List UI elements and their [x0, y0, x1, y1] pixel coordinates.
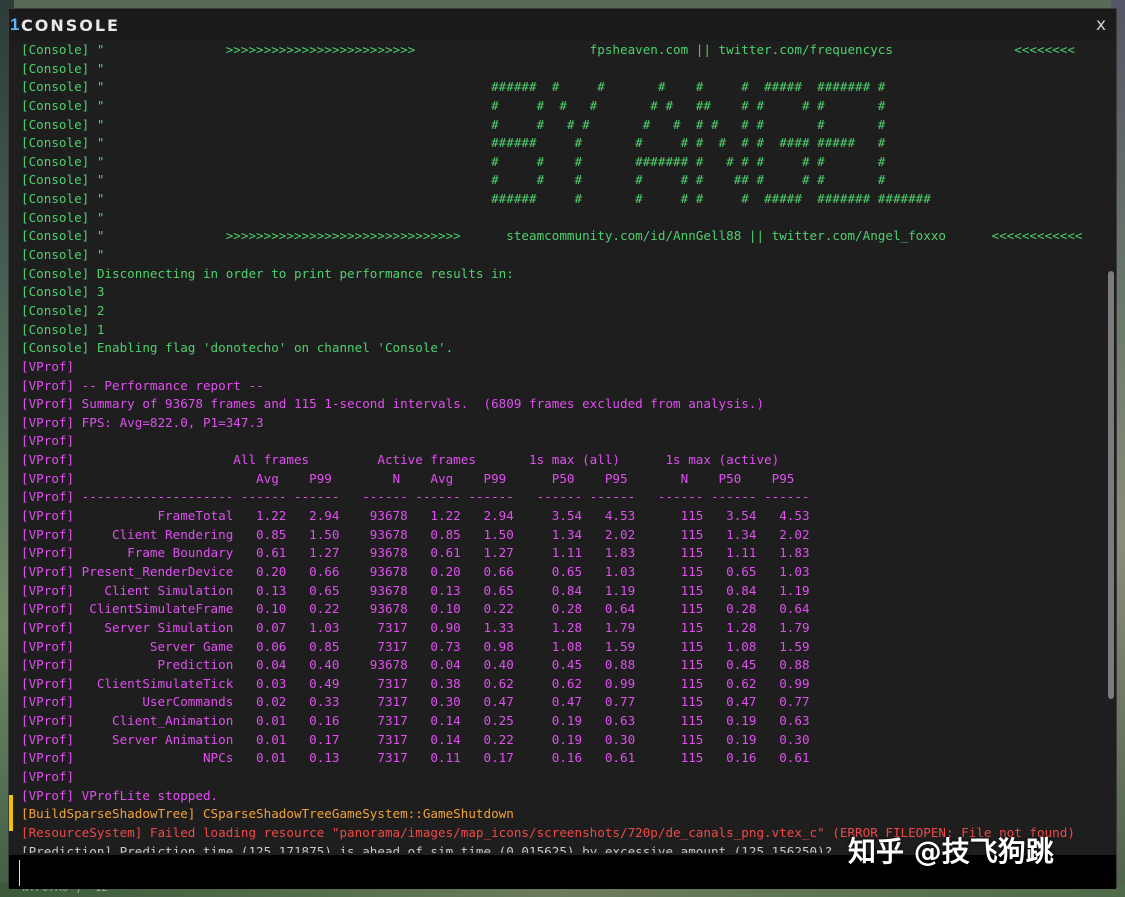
log-line: [Console] " # # # ####### # # # # # # #: [21, 153, 886, 169]
warning-marker: [9, 795, 13, 831]
log-line: [VProf] FPS: Avg=822.0, P1=347.3: [21, 414, 264, 430]
log-line: [Console] " ###### # # # # # # # #### ##…: [21, 135, 886, 151]
log-line: [VProf] NPCs 0.01 0.13 7317 0.11 0.17 0.…: [21, 750, 810, 766]
log-line: [VProf] Client_Animation 0.01 0.16 7317 …: [21, 713, 810, 729]
log-line: [VProf]: [21, 768, 75, 784]
log-line: [VProf] Frame Boundary 0.61 1.27 93678 0…: [21, 545, 810, 561]
log-line: [Console] " # # # # # # # # # # # #: [21, 116, 886, 132]
log-line: [VProf] -------------------- ------ ----…: [21, 489, 810, 505]
log-line: [Console] ": [21, 247, 105, 263]
log-line: [Console] Enabling flag 'donotecho' on c…: [21, 340, 454, 356]
log-line: [Console] ": [21, 209, 105, 225]
log-line: [Console] Disconnecting in order to prin…: [21, 265, 514, 281]
log-line: [Console] 2: [21, 302, 105, 318]
log-line: [BuildSparseShadowTree] CSparseShadowTre…: [21, 806, 514, 822]
log-line: [VProf] VProfLite stopped.: [21, 787, 219, 803]
log-line: [VProf] ClientSimulateTick 0.03 0.49 731…: [21, 675, 810, 691]
log-line: [Console] " >>>>>>>>>>>>>>>>>>>>>>>>> fp…: [21, 42, 1075, 57]
log-line: [VProf]: [21, 433, 75, 449]
log-line: [VProf] Present_RenderDevice 0.20 0.66 9…: [21, 563, 810, 579]
console-logo-icon: 1: [10, 15, 20, 34]
log-line: [VProf] Summary of 93678 frames and 115 …: [21, 396, 765, 412]
log-line: [VProf] Server Simulation 0.07 1.03 7317…: [21, 619, 810, 635]
log-line: [VProf] All frames Active frames 1s max …: [21, 452, 780, 468]
log-line: [VProf] Prediction 0.04 0.40 93678 0.04 …: [21, 657, 810, 673]
console-titlebar[interactable]: 1 CONSOLE x: [9, 9, 1116, 41]
close-button[interactable]: x: [1096, 15, 1106, 35]
log-line: [VProf] Client Simulation 0.13 0.65 9367…: [21, 582, 810, 598]
log-scrollbar[interactable]: [1108, 271, 1114, 699]
console-title: CONSOLE: [21, 16, 120, 35]
log-line: [Console] " # # # # # # ## # # # # #: [21, 97, 886, 113]
console-command-input[interactable]: [19, 860, 1094, 886]
log-line: [VProf] -- Performance report --: [21, 377, 264, 393]
log-line: [Console] " >>>>>>>>>>>>>>>>>>>>>>>>>>>>…: [21, 228, 1083, 244]
log-line: [Console] 3: [21, 284, 105, 300]
log-line: [Console] ": [21, 60, 105, 76]
log-line: [VProf] Avg P99 N Avg P99 P50 P95 N P50 …: [21, 470, 795, 486]
console-window: 1 CONSOLE x [Console] " >>>>>>>>>>>>>>>>…: [8, 8, 1117, 889]
log-line: [VProf] ClientSimulateFrame 0.10 0.22 93…: [21, 601, 810, 617]
log-line: [Console] 1: [21, 321, 105, 337]
console-log[interactable]: [Console] " >>>>>>>>>>>>>>>>>>>>>>>>> fp…: [21, 41, 1113, 853]
log-line: [Console] " # # # # # # ## # # # #: [21, 172, 886, 188]
log-line: [VProf] Client Rendering 0.85 1.50 93678…: [21, 526, 810, 542]
log-line: [Prediction] Prediction time (125.171875…: [21, 843, 833, 853]
log-line: [Console] " ###### # # # # # ##### #####…: [21, 191, 931, 207]
log-line: [VProf] Server Game 0.06 0.85 7317 0.73 …: [21, 638, 810, 654]
log-line: [VProf] Server Animation 0.01 0.17 7317 …: [21, 731, 810, 747]
log-line: [VProf] UserCommands 0.02 0.33 7317 0.30…: [21, 694, 810, 710]
log-line: [VProf] FrameTotal 1.22 2.94 93678 1.22 …: [21, 508, 810, 524]
log-line: [VProf]: [21, 358, 75, 374]
log-line: [Console] " ###### # # # # # ##### #####…: [21, 79, 886, 95]
log-line: [ResourceSystem] Failed loading resource…: [21, 824, 1075, 840]
console-input-row: [9, 855, 1116, 889]
